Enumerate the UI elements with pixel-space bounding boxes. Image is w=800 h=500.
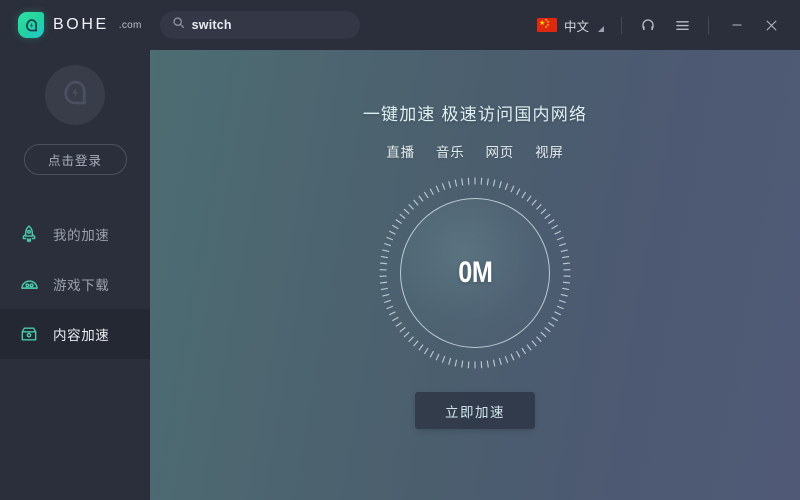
language-selector[interactable]: ★ ★ ★ ★ ★ 中文 xyxy=(536,16,608,35)
titlebar-controls: ★ ★ ★ ★ ★ 中文 xyxy=(536,10,786,40)
main-panel: 一键加速 极速访问国内网络 直播 音乐 网页 视屏 0M 立即加速 xyxy=(150,50,800,500)
avatar[interactable] xyxy=(45,65,105,125)
page-title: 一键加速 极速访问国内网络 xyxy=(362,105,588,124)
rocket-icon xyxy=(18,223,40,245)
sidebar-item-content-acceleration[interactable]: 内容加速 xyxy=(0,309,150,359)
minimize-icon[interactable] xyxy=(722,10,752,40)
gauge-inner-circle: 0M xyxy=(400,198,550,348)
default-avatar-icon xyxy=(60,78,90,113)
brand-tld: .com xyxy=(118,19,142,31)
game-alien-icon xyxy=(18,273,40,295)
accelerate-button-label: 立即加速 xyxy=(445,404,505,420)
hamburger-menu-icon[interactable] xyxy=(669,12,695,38)
sidebar-item-label: 内容加速 xyxy=(53,328,110,343)
sidebar-nav: 我的加速 游戏下载 内容加速 xyxy=(0,209,150,359)
caret-down-icon xyxy=(598,25,604,32)
content-box-icon xyxy=(18,323,40,345)
bohe-leaf-logo-icon xyxy=(18,12,44,38)
gauge-value: 0M xyxy=(457,256,493,289)
tab-video[interactable]: 视屏 xyxy=(535,141,564,161)
app-window: BOHE .com switch ★ ★ ★ ★ ★ 中文 点击登录 我的加速 … xyxy=(0,0,800,500)
tab-music[interactable]: 音乐 xyxy=(436,141,465,161)
speed-gauge: 0M xyxy=(378,176,572,370)
brand-name: BOHE xyxy=(53,16,109,33)
tab-webpage[interactable]: 网页 xyxy=(486,141,515,161)
brand-logo[interactable]: BOHE .com xyxy=(18,12,142,38)
accelerate-button[interactable]: 立即加速 xyxy=(415,392,535,429)
login-button[interactable]: 点击登录 xyxy=(23,144,127,175)
login-button-label: 点击登录 xyxy=(47,154,102,168)
sidebar: 点击登录 我的加速 游戏下载 内容加速 xyxy=(0,50,150,500)
headset-icon[interactable] xyxy=(635,12,661,38)
titlebar-divider-1 xyxy=(621,16,622,34)
search-icon xyxy=(172,16,185,34)
sidebar-item-label: 我的加速 xyxy=(53,228,110,243)
language-label: 中文 xyxy=(563,19,589,34)
china-flag-icon: ★ ★ ★ ★ ★ xyxy=(536,18,557,32)
search-input[interactable]: switch xyxy=(159,11,360,39)
tab-live[interactable]: 直播 xyxy=(386,141,415,161)
title-bar: BOHE .com switch ★ ★ ★ ★ ★ 中文 xyxy=(0,0,800,50)
sidebar-item-my-acceleration[interactable]: 我的加速 xyxy=(0,209,150,259)
category-tabs: 直播 音乐 网页 视屏 xyxy=(386,141,563,161)
close-icon[interactable] xyxy=(756,10,786,40)
titlebar-divider-2 xyxy=(708,16,709,34)
search-value: switch xyxy=(191,18,232,32)
app-body: 点击登录 我的加速 游戏下载 内容加速 一键加速 极速访问国内网络 直播 音乐 … xyxy=(0,50,800,500)
sidebar-item-label: 游戏下载 xyxy=(53,278,110,293)
sidebar-item-game-download[interactable]: 游戏下载 xyxy=(0,259,150,309)
